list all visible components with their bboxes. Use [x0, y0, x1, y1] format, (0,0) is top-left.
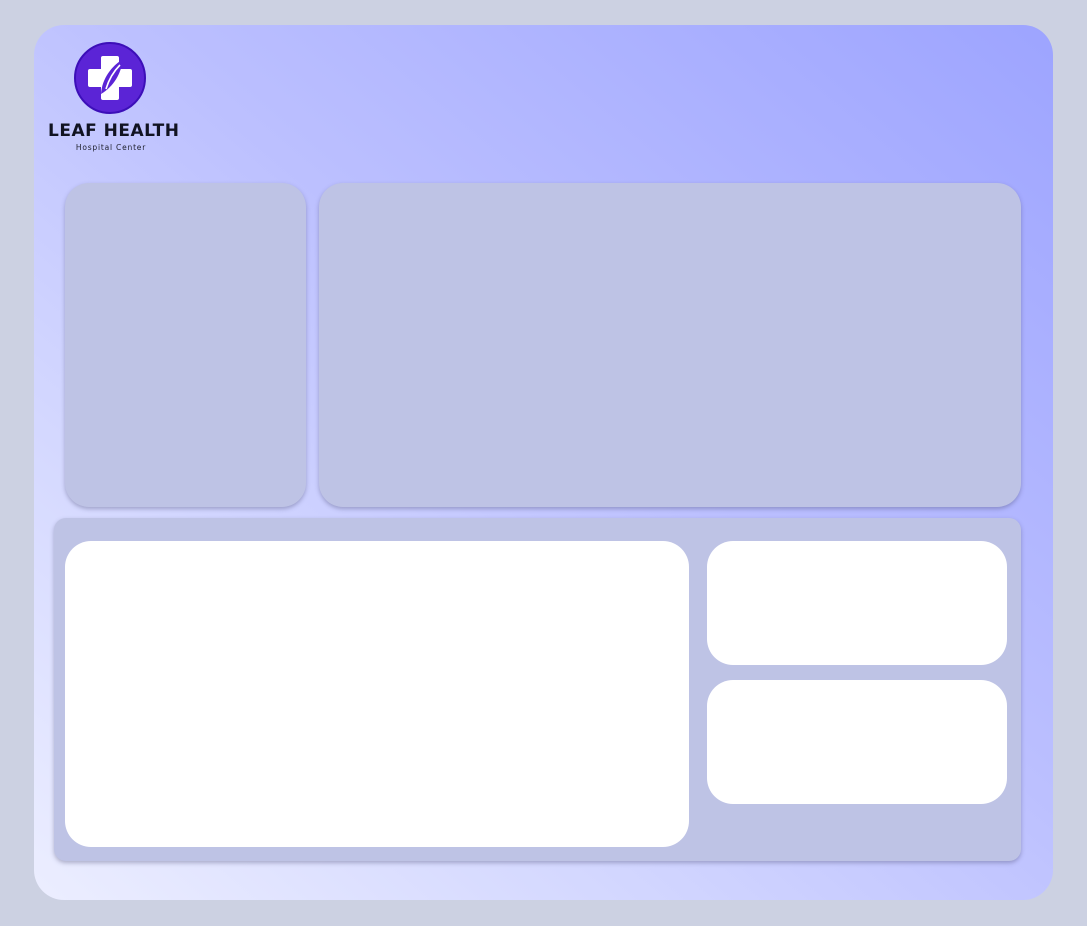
dashboard-window: LEAF HEALTH Hospital Center: [34, 25, 1053, 900]
side-card-top: [707, 541, 1007, 665]
page-frame: LEAF HEALTH Hospital Center: [0, 0, 1087, 926]
brand-logo[interactable]: LEAF HEALTH Hospital Center: [48, 42, 180, 154]
brand-subtitle: Hospital Center: [75, 143, 147, 152]
top-main-panel: [319, 183, 1021, 507]
medical-cross-leaf-icon: [74, 42, 146, 114]
left-side-panel: [65, 183, 306, 507]
side-card-bottom: [707, 680, 1007, 804]
bottom-panel: [54, 518, 1021, 861]
main-content-card: [65, 541, 689, 847]
brand-name: LEAF HEALTH: [48, 121, 180, 141]
